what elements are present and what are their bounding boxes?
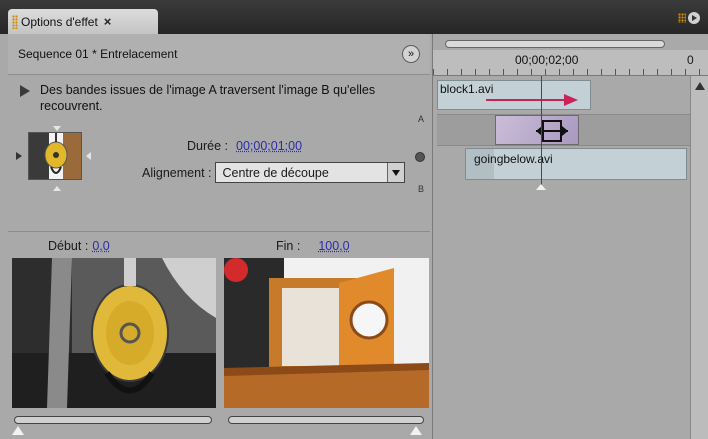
alignment-label: Alignement :: [142, 166, 211, 180]
edge-selector-right-icon[interactable]: [86, 152, 91, 160]
tab-effect-options[interactable]: Options d'effet ×: [8, 9, 158, 34]
edge-selector-left-icon[interactable]: [16, 152, 22, 160]
playhead-line[interactable]: [541, 76, 542, 186]
show-timeline-button[interactable]: »: [402, 45, 420, 63]
transition-description: Des bandes issues de l'image A traversen…: [20, 82, 380, 114]
play-preview-icon[interactable]: [20, 85, 30, 97]
start-slider-track[interactable]: [14, 416, 212, 424]
ruler-ticks: [433, 69, 708, 75]
transition-thumbnail: [28, 132, 82, 180]
sequence-title: Sequence 01 * Entrelacement: [18, 47, 177, 61]
effect-settings-pane: Sequence 01 * Entrelacement » Des bandes…: [8, 34, 430, 439]
edge-selector-bottom-icon[interactable]: [53, 186, 61, 191]
start-label: Début :: [48, 239, 88, 253]
edge-selector-top-icon[interactable]: [53, 126, 61, 131]
start-row: Début : 0,0: [48, 239, 110, 253]
alignment-row: Alignement : Centre de découpe: [142, 162, 405, 183]
reverse-direction-icon[interactable]: [415, 152, 425, 162]
duration-value[interactable]: 00;00;01;00: [236, 139, 302, 153]
transition-track: [437, 114, 699, 146]
start-slider-handle[interactable]: [12, 426, 24, 435]
timeline-zoom-bar[interactable]: [445, 40, 665, 48]
alignment-value: Centre de découpe: [222, 166, 328, 180]
sequence-header: Sequence 01 * Entrelacement »: [8, 34, 430, 75]
end-slider-track[interactable]: [228, 416, 424, 424]
move-transition-icon[interactable]: [534, 119, 570, 143]
scroll-up-icon[interactable]: [695, 82, 705, 90]
direction-arrow-icon: [486, 93, 578, 107]
tab-label: Options d'effet: [21, 15, 98, 29]
panel-menu-button[interactable]: [678, 10, 700, 26]
drag-grip-icon[interactable]: [12, 15, 18, 29]
vertical-scrollbar[interactable]: [690, 76, 708, 439]
ruler-timecode: 00;00;02;00: [515, 53, 578, 67]
alignment-dropdown[interactable]: Centre de découpe: [215, 162, 405, 183]
transition-block[interactable]: [495, 115, 579, 145]
end-preview-image: [224, 258, 429, 408]
duration-label: Durée :: [178, 139, 228, 153]
start-value[interactable]: 0,0: [92, 239, 109, 253]
clip-a[interactable]: block1.avi: [437, 80, 591, 110]
description-text: Des bandes issues de l'image A traversen…: [40, 82, 380, 114]
track-b-marker: B: [418, 184, 424, 194]
transition-timeline: 00;00;02;00 0 block1.avi goingbelow.avi: [432, 34, 708, 439]
transition-thumbnail-selector: [24, 126, 84, 196]
clip-b[interactable]: goingbelow.avi: [465, 148, 687, 180]
start-preview-image: [12, 258, 216, 408]
end-slider-handle[interactable]: [410, 426, 422, 435]
close-tab-icon[interactable]: ×: [104, 14, 112, 29]
section-divider: [8, 231, 430, 232]
time-ruler[interactable]: 00;00;02;00 0: [433, 50, 708, 76]
end-value[interactable]: 100,0: [318, 239, 349, 253]
duration-row: Durée : 00;00;01;00: [178, 139, 302, 153]
ruler-timecode-end: 0: [687, 53, 694, 67]
effect-controls-window: Options d'effet × Sequence 01 * Entrelac…: [0, 0, 708, 439]
panel-tab-bar: Options d'effet ×: [0, 0, 708, 34]
track-a-marker: A: [418, 114, 424, 124]
dropdown-arrow-icon[interactable]: [387, 163, 404, 182]
panel-menu-icon[interactable]: [688, 12, 700, 24]
end-label: Fin :: [276, 239, 300, 253]
grip-dots-icon: [678, 13, 686, 23]
playhead-marker-icon[interactable]: [536, 184, 546, 190]
end-row: Fin : 100,0: [276, 239, 350, 253]
